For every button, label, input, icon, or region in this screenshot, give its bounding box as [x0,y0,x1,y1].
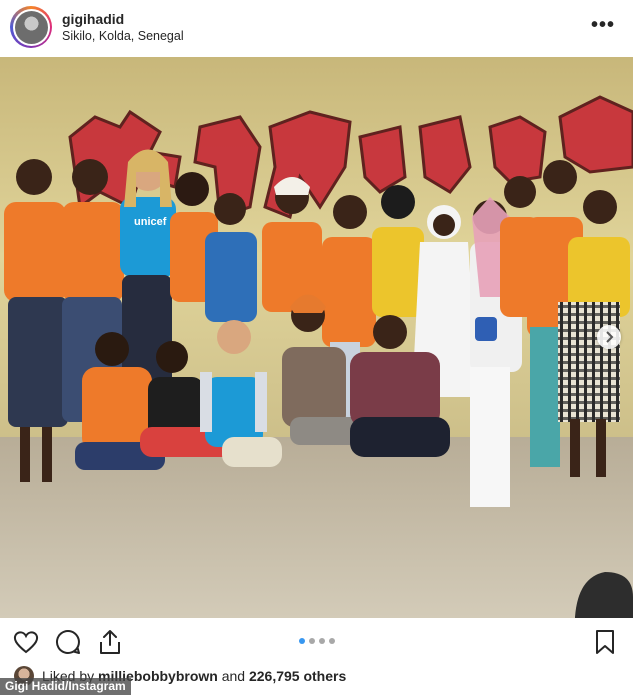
carousel-dots [0,638,633,644]
username[interactable]: gigihadid [62,10,184,28]
location[interactable]: Sikilo, Kolda, Senegal [62,28,184,45]
group-photo: unicef imocso [0,57,633,618]
post-header: gigihadid Sikilo, Kolda, Senegal ••• [0,0,633,54]
avatar-photo [14,10,48,44]
action-bar [0,624,633,660]
carousel-dot [308,638,315,644]
carousel-dot [318,638,325,644]
liked-by-middle: and [217,668,249,684]
more-options-button[interactable]: ••• [591,15,615,35]
chevron-right-icon [606,331,614,343]
profile-avatar[interactable] [10,6,52,48]
bookmark-icon[interactable] [591,628,619,656]
graffiti-text: imocso [288,151,292,153]
photo-credit: Gigi Hadid/Instagram [0,678,131,695]
carousel-dot [328,638,335,644]
header-text: gigihadid Sikilo, Kolda, Senegal [62,10,184,45]
unicef-shirt-logo: unicef [134,216,167,228]
carousel-next-button[interactable] [597,325,621,349]
likes-count[interactable]: 226,795 others [249,668,346,684]
carousel-dot-active [298,638,305,644]
post-photo[interactable]: unicef imocso [0,57,633,618]
